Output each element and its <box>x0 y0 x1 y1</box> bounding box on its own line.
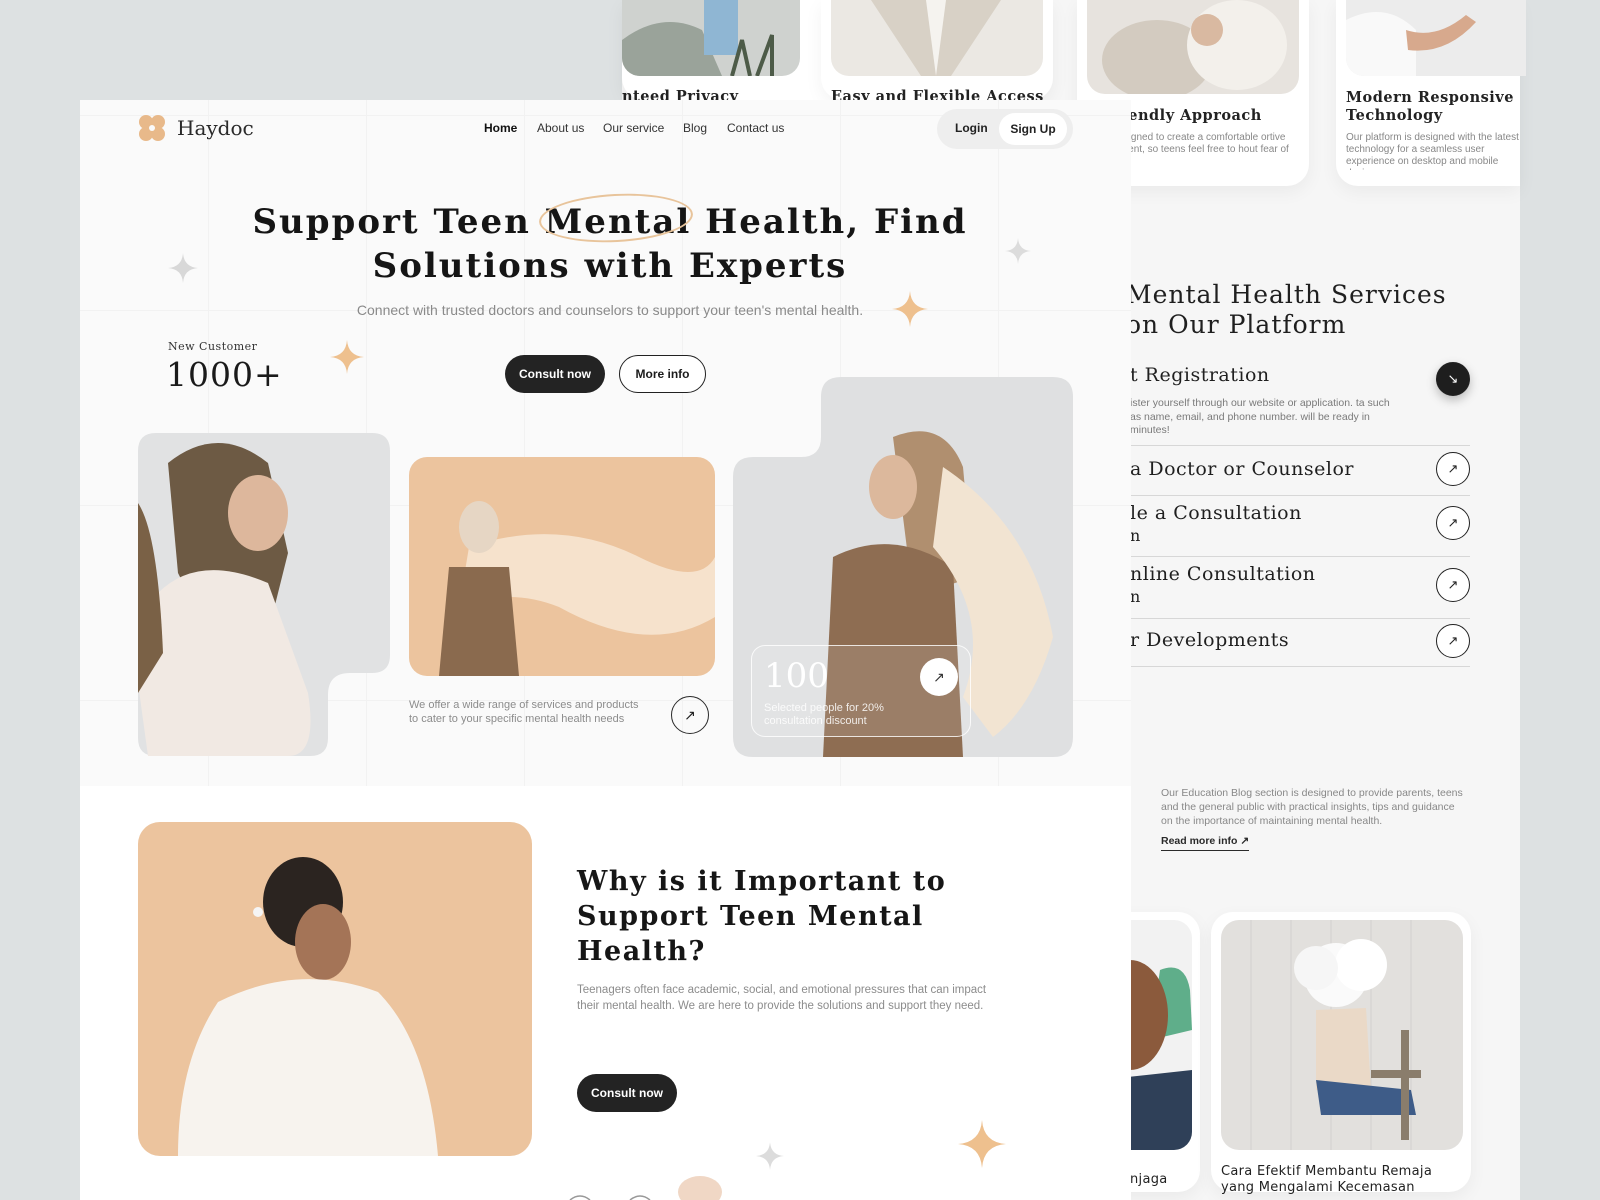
login-button[interactable]: Login <box>947 119 996 137</box>
blog-description: Our Education Blog section is designed t… <box>1161 787 1463 827</box>
why-image <box>138 822 532 1156</box>
sparkle-icon <box>168 253 198 283</box>
new-customer-label: New Customer <box>168 340 258 353</box>
bottom-decoration <box>569 1176 722 1200</box>
feature-image <box>831 0 1043 76</box>
stat-label: Selected people for 20% consultation dis… <box>764 702 884 727</box>
brand-name: Haydoc <box>177 116 254 140</box>
feature-description: Our platform is designed with the latest… <box>1346 132 1519 170</box>
why-description: Teenagers often face academic, social, a… <box>577 984 987 1012</box>
sparkle-icon <box>892 291 928 327</box>
arrow-up-right-icon[interactable]: ↗ <box>920 658 958 696</box>
service-title: a Doctor or Counselor <box>1130 458 1354 480</box>
feature-image <box>622 0 800 76</box>
feature-card-privacy[interactable]: nteed Privacy <box>622 0 854 105</box>
consult-now-button[interactable]: Consult now <box>505 355 605 393</box>
stat-value: 100 <box>764 656 829 696</box>
nav-contact[interactable]: Contact us <box>727 121 784 135</box>
more-info-button[interactable]: More info <box>619 355 706 393</box>
main-page: Haydoc Home About us Our service Blog Co… <box>80 100 1131 1200</box>
consult-now-button[interactable]: Consult now <box>577 1074 677 1112</box>
service-item-schedule[interactable]: le a Consultation n ↗ <box>1130 496 1470 557</box>
service-item-online[interactable]: nline Consultation n ↗ <box>1130 557 1470 619</box>
services-title: Mental Health Services on Our Platform <box>1126 280 1447 339</box>
read-more-link[interactable]: Read more info ↗ <box>1161 835 1250 851</box>
service-title: le a Consultation <box>1130 502 1302 524</box>
arrow-up-right-icon[interactable]: ↗ <box>671 696 709 734</box>
hero-image-1 <box>138 433 390 756</box>
feature-image <box>1346 0 1526 76</box>
services-description: We offer a wide range of services and pr… <box>409 699 639 725</box>
blog-title: njaga <box>1130 1172 1168 1187</box>
arrow-up-right-icon[interactable]: ↗ <box>1436 452 1470 486</box>
arrow-up-right-icon[interactable]: ↗ <box>1436 568 1470 602</box>
service-title: r Developments <box>1130 629 1290 651</box>
read-more-label: Read more info <box>1161 835 1238 847</box>
nav-home[interactable]: Home <box>484 121 517 135</box>
blog-image <box>1221 920 1463 1150</box>
nav-service[interactable]: Our service <box>603 121 664 135</box>
logo[interactable]: Haydoc <box>137 113 254 143</box>
blog-card[interactable]: Cara Efektif Membantu Remaja yang Mengal… <box>1211 912 1471 1195</box>
nav-blog[interactable]: Blog <box>683 121 707 135</box>
service-title: t Registration <box>1130 364 1270 386</box>
hero-subtitle: Connect with trusted doctors and counsel… <box>356 302 864 318</box>
sparkle-icon <box>756 1142 784 1170</box>
sparkle-icon <box>330 340 364 374</box>
feature-image <box>1087 0 1299 94</box>
arrow-up-right-icon[interactable]: ↗ <box>1436 624 1470 658</box>
hero-title-line2: Solutions with Experts <box>372 246 848 286</box>
service-title: nline Consultation <box>1130 563 1316 585</box>
feature-card-technology[interactable]: Modern Responsive Technology Our platfor… <box>1336 0 1526 186</box>
auth-toggle: Login Sign Up <box>937 109 1073 149</box>
hero-image-2 <box>409 457 715 676</box>
discount-stat-card: 100 Selected people for 20% consultation… <box>751 645 971 737</box>
clover-icon <box>139 115 165 141</box>
feature-title: Modern Responsive Technology <box>1346 89 1514 124</box>
nav-about[interactable]: About us <box>537 121 584 135</box>
service-item-developments[interactable]: r Developments ↗ <box>1130 619 1470 667</box>
arrow-up-right-icon[interactable]: ↗ <box>1436 506 1470 540</box>
why-title: Why is it Important to Support Teen Ment… <box>577 866 947 967</box>
feature-card-access[interactable]: Easy and Flexible Access <box>821 0 1053 105</box>
sparkle-icon <box>1005 238 1031 264</box>
service-subtitle: n <box>1130 526 1141 545</box>
new-customer-value: 1000+ <box>166 355 283 394</box>
service-item-choose-doctor[interactable]: a Doctor or Counselor ↗ <box>1130 446 1470 496</box>
signup-button[interactable]: Sign Up <box>999 113 1067 145</box>
sparkle-icon <box>958 1120 1006 1168</box>
blog-title: Cara Efektif Membantu Remaja yang Mengal… <box>1221 1164 1433 1195</box>
service-subtitle: n <box>1130 587 1141 606</box>
arrow-down-right-icon[interactable]: ↘ <box>1436 362 1470 396</box>
service-description: ister yourself through our website or ap… <box>1130 397 1390 436</box>
